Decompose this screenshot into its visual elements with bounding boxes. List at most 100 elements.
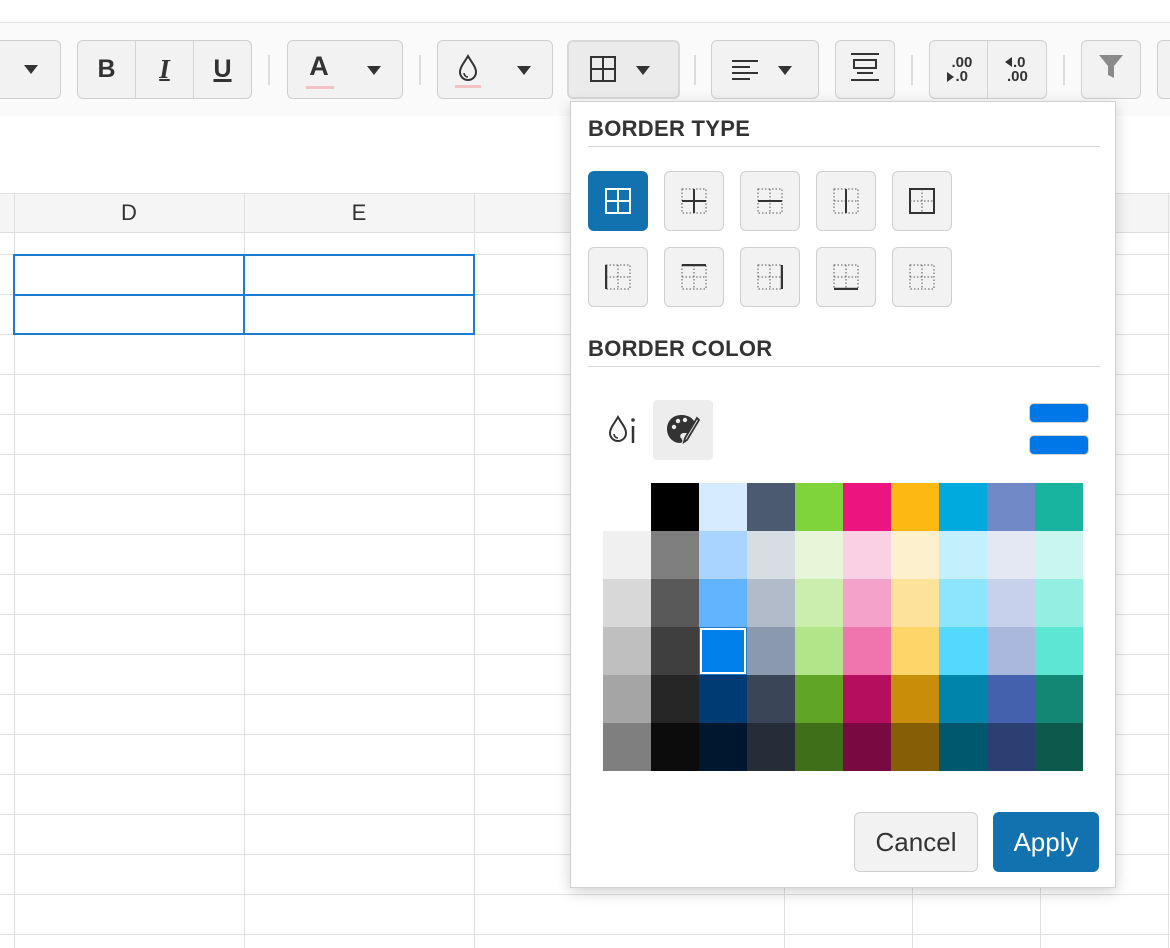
color-swatch[interactable]: [1035, 627, 1083, 675]
color-swatch[interactable]: [843, 579, 891, 627]
color-swatch[interactable]: [891, 627, 939, 675]
color-swatch[interactable]: [987, 579, 1035, 627]
color-swatch[interactable]: [891, 483, 939, 531]
palette-mode-button[interactable]: [653, 400, 713, 460]
font-color-button[interactable]: A: [287, 40, 403, 99]
color-swatch[interactable]: [843, 675, 891, 723]
color-swatch[interactable]: [699, 531, 747, 579]
vertical-borders-icon: [833, 188, 859, 214]
color-swatch[interactable]: [939, 723, 987, 771]
column-header-c[interactable]: [0, 193, 14, 233]
color-swatch[interactable]: [939, 579, 987, 627]
color-swatch[interactable]: [1035, 483, 1083, 531]
cancel-button[interactable]: Cancel: [854, 812, 978, 872]
color-swatch[interactable]: [843, 531, 891, 579]
color-swatch[interactable]: [843, 627, 891, 675]
color-swatch[interactable]: [939, 675, 987, 723]
border-type-outer-button[interactable]: [892, 171, 952, 231]
color-swatch[interactable]: [699, 483, 747, 531]
horizontal-align-button[interactable]: [711, 40, 819, 99]
color-swatch[interactable]: [939, 531, 987, 579]
color-swatch[interactable]: [843, 723, 891, 771]
color-swatch[interactable]: [651, 483, 699, 531]
border-type-vertical-button[interactable]: [816, 171, 876, 231]
color-swatch[interactable]: [795, 627, 843, 675]
color-swatch[interactable]: [795, 675, 843, 723]
filter-button[interactable]: [1081, 40, 1141, 99]
color-swatch[interactable]: [939, 627, 987, 675]
border-type-all-button[interactable]: [588, 171, 648, 231]
color-swatch[interactable]: [987, 675, 1035, 723]
color-swatch[interactable]: [795, 579, 843, 627]
color-swatch[interactable]: [939, 483, 987, 531]
border-type-none-button[interactable]: [892, 247, 952, 307]
color-swatch[interactable]: [603, 675, 651, 723]
color-swatch[interactable]: [699, 675, 747, 723]
color-swatch[interactable]: [651, 627, 699, 675]
color-swatch[interactable]: [747, 483, 795, 531]
fill-dropper-mode-button[interactable]: [593, 400, 653, 460]
selected-cell-e2[interactable]: [243, 294, 475, 335]
borders-button[interactable]: [567, 40, 680, 99]
color-swatch[interactable]: [603, 579, 651, 627]
color-swatch[interactable]: [651, 723, 699, 771]
color-swatch[interactable]: [603, 723, 651, 771]
border-type-inner-button[interactable]: [664, 171, 724, 231]
border-color-preview-primary[interactable]: [1029, 403, 1089, 423]
border-type-bottom-button[interactable]: [816, 247, 876, 307]
color-swatch[interactable]: [891, 675, 939, 723]
color-swatch[interactable]: [603, 531, 651, 579]
selected-cell-d2[interactable]: [13, 294, 245, 335]
apply-button[interactable]: Apply: [993, 812, 1099, 872]
border-type-horizontal-button[interactable]: [740, 171, 800, 231]
color-swatch[interactable]: [795, 531, 843, 579]
decimal-group: .00 .0 .0 .00: [929, 40, 1047, 99]
italic-button[interactable]: I: [136, 41, 194, 98]
color-swatch[interactable]: [795, 483, 843, 531]
color-swatch[interactable]: [843, 483, 891, 531]
color-swatch[interactable]: [1035, 723, 1083, 771]
color-swatch[interactable]: [1035, 579, 1083, 627]
column-header-d[interactable]: D: [14, 193, 244, 233]
color-swatch[interactable]: [699, 723, 747, 771]
wrap-text-button[interactable]: [835, 40, 895, 99]
selected-cell-e1[interactable]: [243, 254, 475, 296]
font-size-dropdown[interactable]: [0, 40, 61, 99]
color-swatch[interactable]: [699, 579, 747, 627]
color-swatch[interactable]: [747, 531, 795, 579]
border-type-right-button[interactable]: [740, 247, 800, 307]
color-swatch[interactable]: [651, 579, 699, 627]
border-type-left-button[interactable]: [588, 247, 648, 307]
bold-button[interactable]: B: [78, 41, 136, 98]
selected-cell-d1[interactable]: [13, 254, 245, 296]
color-swatch[interactable]: [891, 723, 939, 771]
next-toolbar-button[interactable]: [1157, 40, 1170, 99]
color-swatch[interactable]: [987, 531, 1035, 579]
column-header-e[interactable]: E: [244, 193, 474, 233]
color-swatch[interactable]: [747, 675, 795, 723]
color-swatch[interactable]: [987, 723, 1035, 771]
decrease-decimal-button[interactable]: .0 .00: [988, 41, 1046, 98]
color-swatch[interactable]: [699, 627, 747, 675]
color-swatch[interactable]: [891, 579, 939, 627]
color-swatch[interactable]: [603, 483, 651, 531]
color-swatch[interactable]: [651, 531, 699, 579]
underline-button[interactable]: U: [194, 41, 251, 98]
color-swatch[interactable]: [1035, 675, 1083, 723]
color-swatch[interactable]: [603, 627, 651, 675]
left-border-icon: [605, 264, 631, 290]
color-swatch[interactable]: [987, 483, 1035, 531]
color-swatch[interactable]: [747, 627, 795, 675]
color-swatch[interactable]: [987, 627, 1035, 675]
color-swatch[interactable]: [795, 723, 843, 771]
color-swatch[interactable]: [651, 675, 699, 723]
color-swatch[interactable]: [1035, 531, 1083, 579]
fill-color-button[interactable]: [437, 40, 553, 99]
color-swatch[interactable]: [891, 531, 939, 579]
border-color-preview-secondary[interactable]: [1029, 435, 1089, 455]
increase-decimal-button[interactable]: .00 .0: [930, 41, 988, 98]
underline-icon: U: [213, 55, 232, 83]
color-swatch[interactable]: [747, 723, 795, 771]
border-type-top-button[interactable]: [664, 247, 724, 307]
color-swatch[interactable]: [747, 579, 795, 627]
